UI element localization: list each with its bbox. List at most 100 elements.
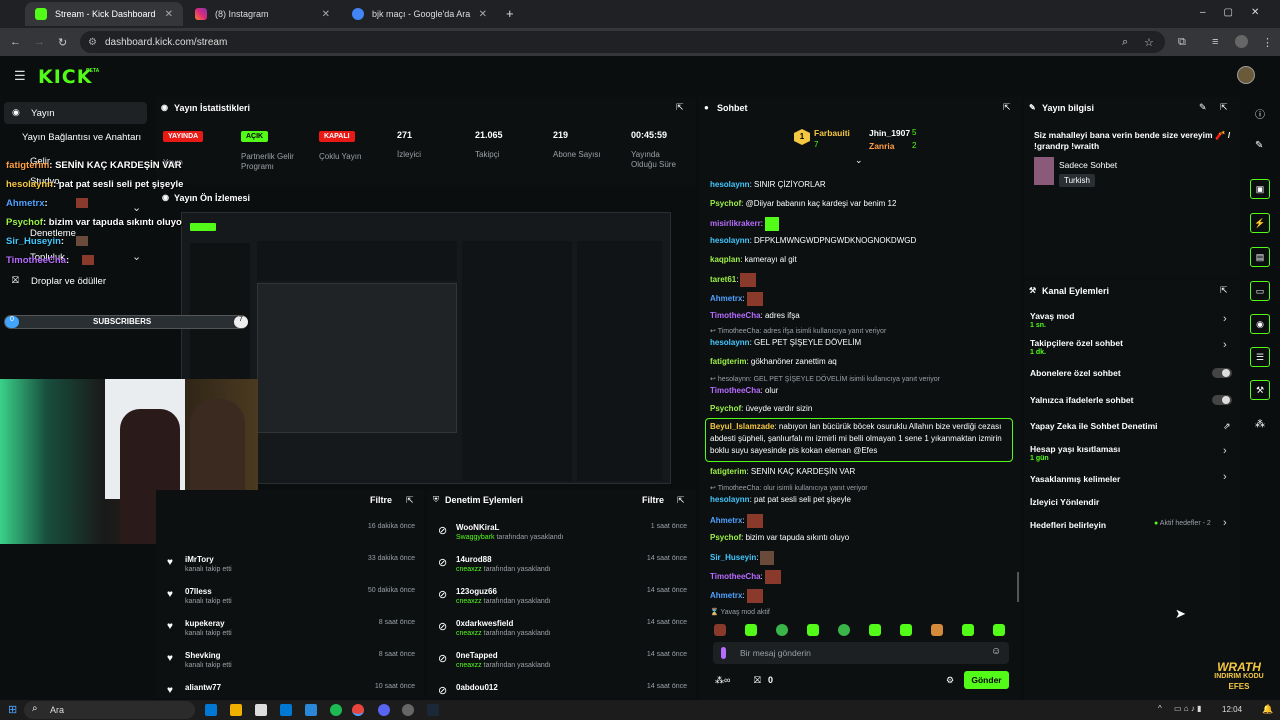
chat-username[interactable]: hesolaynn — [710, 495, 750, 504]
tab-instagram[interactable]: (8) Instagram ✕ — [185, 2, 340, 26]
chevron-down-icon[interactable]: ⌄ — [132, 201, 141, 214]
popout-icon[interactable]: ⇱ — [1220, 285, 1228, 296]
close-tab-icon[interactable]: ✕ — [165, 9, 173, 20]
info-icon[interactable]: ⓘ — [1255, 106, 1265, 121]
steam-icon[interactable] — [427, 704, 439, 716]
menu-icon[interactable]: ⋮ — [1262, 36, 1273, 49]
chevron-right-icon[interactable]: › — [1223, 313, 1227, 325]
action-goals[interactable]: Hedefleri belirleyin — [1030, 520, 1106, 530]
mail-icon[interactable] — [280, 704, 292, 716]
action-ai-moderation[interactable]: Yapay Zeka ile Sohbet Denetimi — [1030, 421, 1158, 431]
app-icon[interactable] — [305, 704, 317, 716]
popout-icon[interactable]: ⇱ — [676, 102, 684, 113]
window-controls[interactable]: –▢✕ — [1200, 7, 1277, 18]
chat-username[interactable]: hesolaynn — [710, 236, 750, 245]
popout-icon[interactable]: ⇱ — [677, 495, 685, 506]
chat-username[interactable]: Psychof — [710, 404, 741, 413]
spotify-icon[interactable] — [330, 704, 342, 716]
rail-document-button[interactable]: ▤ — [1250, 247, 1270, 267]
edge-icon[interactable] — [205, 704, 217, 716]
chat-username[interactable]: kaqplan — [710, 255, 740, 264]
reload-icon[interactable]: ↻ — [58, 36, 67, 49]
action-banned-words[interactable]: Yasaklanmış kelimeler — [1030, 474, 1120, 484]
chat-username[interactable]: Psychof — [710, 533, 741, 542]
tag-chip[interactable]: Turkish — [1059, 174, 1095, 187]
chat-username[interactable]: TimotheeCha — [710, 386, 761, 395]
close-tab-icon[interactable]: ✕ — [479, 9, 487, 20]
kick-logo[interactable]: KICK — [38, 66, 92, 88]
chat-username[interactable]: TimotheeCha — [710, 311, 761, 320]
tray-icons[interactable]: ▭ ⌂ ♪ ▮ — [1174, 704, 1201, 713]
popout-icon[interactable]: ⇱ — [406, 495, 414, 506]
points-icon[interactable]: ⁂∞ — [715, 675, 730, 686]
filter-button[interactable]: Filtre — [642, 495, 664, 505]
microphone-icon[interactable] — [721, 647, 726, 659]
gift-icon[interactable]: ⛝ — [754, 675, 761, 686]
emotes-only-toggle[interactable] — [1212, 395, 1232, 405]
chevron-down-icon[interactable]: ⌄ — [132, 250, 141, 263]
windows-start-icon[interactable]: ⊞ — [8, 703, 17, 716]
chat-username[interactable]: fatigterim — [710, 467, 746, 476]
chevron-right-icon[interactable]: › — [1223, 445, 1227, 457]
notification-icon[interactable]: 🔔 — [1262, 704, 1273, 715]
top-gifter-name[interactable]: Jhin_1907 — [869, 128, 910, 138]
emote-button[interactable] — [962, 624, 974, 636]
chat-username[interactable]: Ahmetrx — [710, 516, 742, 525]
action-raid[interactable]: İzleyici Yönlendir — [1030, 497, 1099, 507]
pencil-icon[interactable]: ✎ — [1255, 140, 1263, 151]
emote-button[interactable] — [869, 624, 881, 636]
profile-avatar[interactable] — [1235, 35, 1248, 48]
top-gifter-name[interactable]: Zanria — [869, 141, 895, 151]
sidebar-item-droplar[interactable]: Droplar ve ödüller — [31, 276, 106, 287]
new-tab-button[interactable]: + — [506, 6, 514, 21]
chat-username[interactable]: misirlikrakerr — [710, 219, 761, 228]
media-icon[interactable]: ≡ — [1212, 36, 1218, 48]
emote-button[interactable] — [807, 624, 819, 636]
tab-kick-dashboard[interactable]: Stream - Kick Dashboard ✕ — [25, 2, 183, 26]
store-icon[interactable] — [255, 704, 267, 716]
emote-button[interactable] — [900, 624, 912, 636]
chrome-icon[interactable] — [352, 704, 364, 716]
chat-scrollbar[interactable] — [1017, 572, 1019, 602]
emote-button[interactable] — [714, 624, 726, 636]
action-slow-mode[interactable]: Yavaş mod 1 sn. — [1030, 311, 1074, 329]
edit-icon[interactable]: ✎ — [1199, 102, 1207, 113]
chat-username[interactable]: Psychof — [710, 199, 741, 208]
explorer-icon[interactable] — [230, 704, 242, 716]
chat-username[interactable]: Sir_Huseyin — [710, 553, 756, 562]
chat-username[interactable]: TimotheeCha — [710, 572, 761, 581]
rail-lightning-button[interactable]: ⚡ — [1250, 213, 1270, 233]
site-info-icon[interactable]: ⚙ — [88, 37, 97, 48]
subs-only-toggle[interactable] — [1212, 368, 1232, 378]
emote-button[interactable] — [745, 624, 757, 636]
chat-input[interactable]: Bir mesaj gönderin ☺ — [713, 642, 1009, 664]
extensions-icon[interactable]: ⧉ — [1178, 36, 1186, 49]
chat-username[interactable]: hesolaynn — [710, 338, 750, 347]
url-field[interactable]: ⚙ dashboard.kick.com/stream — [80, 31, 1165, 53]
chevron-right-icon[interactable]: › — [1223, 471, 1227, 483]
chevron-right-icon[interactable]: › — [1223, 517, 1227, 529]
category-name[interactable]: Sadece Sohbet — [1059, 160, 1117, 170]
rail-tools-button[interactable]: ⚒ — [1250, 380, 1270, 400]
popout-icon[interactable]: ⇱ — [1220, 102, 1228, 113]
expand-icon[interactable]: ⌄ — [855, 155, 863, 166]
rail-broadcast-button[interactable]: ◉ — [1250, 314, 1270, 334]
zoom-icon[interactable]: ⌕ — [1122, 36, 1128, 49]
chat-username[interactable]: fatigterim — [710, 357, 746, 366]
forward-icon[interactable]: → — [34, 36, 45, 48]
user-avatar[interactable] — [1237, 66, 1255, 84]
sidebar-item-stream-key[interactable]: Yayın Bağlantısı ve Anahtarı — [22, 132, 141, 143]
app-icon[interactable] — [402, 704, 414, 716]
chat-username[interactable]: Ahmetrx — [710, 591, 742, 600]
emote-button[interactable] — [838, 624, 850, 636]
share-icon[interactable]: ⁂ — [1255, 419, 1265, 430]
popout-icon[interactable]: ⇱ — [1003, 102, 1011, 113]
emote-button[interactable] — [993, 624, 1005, 636]
sidebar-item-yayin[interactable]: ◉ Yayın — [4, 102, 147, 124]
external-link-icon[interactable]: ⇗ — [1223, 421, 1231, 432]
rail-list-button[interactable]: ☰ — [1250, 347, 1270, 367]
chevron-right-icon[interactable]: › — [1223, 339, 1227, 351]
emoji-icon[interactable]: ☺ — [991, 646, 1001, 657]
send-button[interactable]: Gönder — [964, 671, 1009, 689]
rail-camera-button[interactable]: ▣ — [1250, 179, 1270, 199]
